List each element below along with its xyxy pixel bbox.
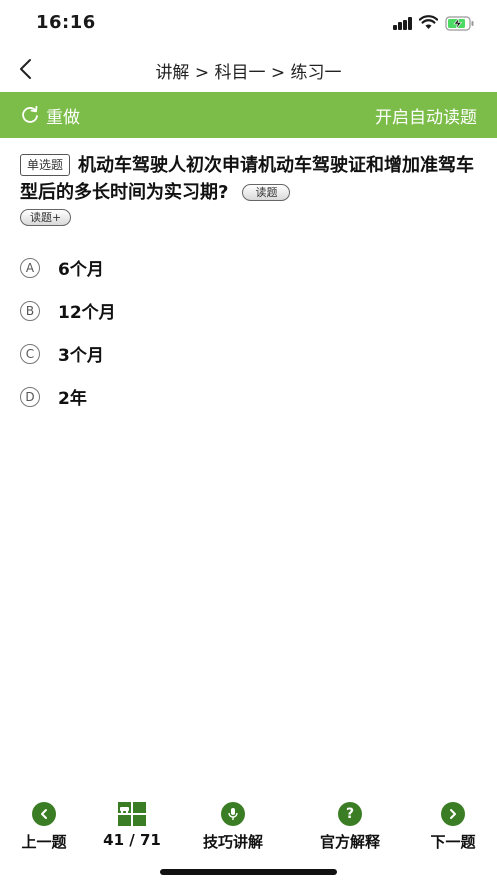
official-explanation-button[interactable]: ? 官方解释	[300, 802, 400, 852]
prev-question-label: 上一题	[21, 833, 67, 851]
question-mark-icon: ?	[338, 802, 362, 826]
prev-question-button[interactable]: 上一题	[0, 802, 94, 852]
read-question-plus-button[interactable]: 读题+	[20, 209, 72, 226]
progress-button[interactable]: 41 / 71	[82, 802, 182, 849]
question-block: 单选题 机动车驾驶人初次申请机动车驾驶证和增加准驾车型后的多长时间为实习期? 读题 …	[20, 152, 475, 226]
redo-label: 重做	[46, 107, 80, 128]
redo-button[interactable]: 重做	[20, 92, 80, 138]
status-time: 16:16	[36, 12, 96, 33]
home-indicator[interactable]	[160, 869, 337, 875]
option-b[interactable]: B 12个月	[20, 289, 475, 332]
grid-icon	[118, 802, 146, 826]
option-a[interactable]: A 6个月	[20, 246, 475, 289]
progress-label: 41 / 71	[103, 831, 161, 849]
status-bar: 16:16	[0, 0, 497, 46]
bottom-tab-bar: 上一题 41 / 71 技巧讲解 ? 官方解释 下一题	[0, 798, 497, 858]
signal-icon	[393, 17, 413, 30]
wifi-icon	[419, 15, 438, 29]
question-line: 单选题 机动车驾驶人初次申请机动车驾驶证和增加准驾车型后的多长时间为实习期? 读题	[20, 152, 475, 206]
question-type-badge: 单选题	[20, 154, 71, 176]
next-arrow-icon	[441, 802, 465, 826]
option-text: 3个月	[58, 346, 104, 366]
auto-read-toggle[interactable]: 开启自动读题	[375, 92, 477, 138]
redo-icon	[22, 105, 38, 123]
next-question-button[interactable]: 下一题	[403, 802, 497, 852]
option-text: 2年	[58, 389, 87, 409]
official-explanation-label: 官方解释	[319, 833, 380, 851]
battery-charging-icon	[445, 16, 474, 31]
read-question-button[interactable]: 读题	[242, 184, 291, 201]
tips-label: 技巧讲解	[202, 833, 263, 851]
tips-button[interactable]: 技巧讲解	[183, 802, 283, 852]
answer-options: A 6个月 B 12个月 C 3个月 D 2年	[20, 246, 475, 418]
next-question-label: 下一题	[430, 833, 476, 851]
option-letter-circle: B	[20, 300, 40, 321]
option-text: 12个月	[58, 303, 116, 323]
action-toolbar: 重做 开启自动读题	[0, 92, 497, 138]
option-letter-circle: C	[20, 343, 40, 364]
option-c[interactable]: C 3个月	[20, 332, 475, 375]
microphone-icon	[221, 802, 245, 826]
navigation-bar: 讲解 > 科目一 > 练习一	[0, 46, 497, 92]
option-d[interactable]: D 2年	[20, 375, 475, 418]
option-letter-circle: D	[20, 386, 40, 407]
option-letter-circle: A	[20, 257, 40, 278]
prev-arrow-icon	[32, 802, 56, 826]
page-title: 讲解 > 科目一 > 练习一	[155, 63, 342, 83]
option-text: 6个月	[58, 260, 104, 280]
